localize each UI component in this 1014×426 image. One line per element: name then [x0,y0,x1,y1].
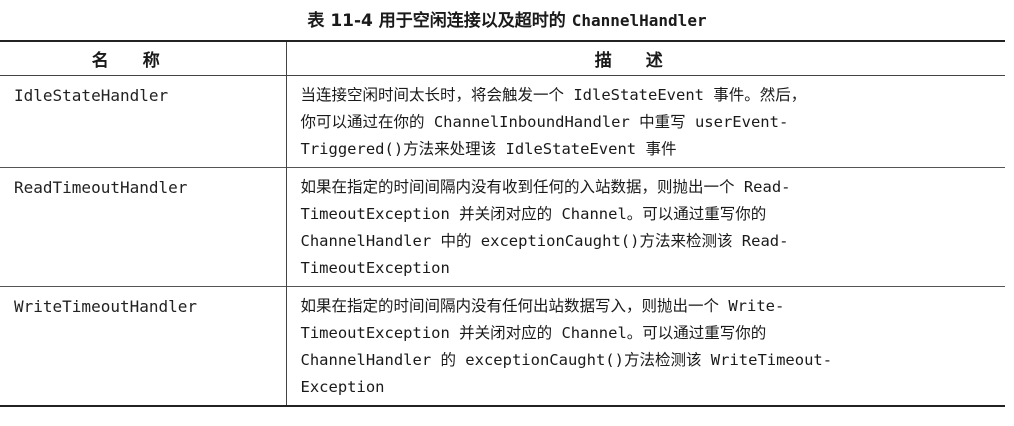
table-row: IdleStateHandler 当连接空闲时间太长时，将会触发一个 IdleS… [0,75,1005,168]
caption-text: 表 11-4 用于空闲连接以及超时的 [307,11,572,31]
header-row: 名称 描述 [0,41,1005,76]
description-line: 你可以通过在你的 ChannelInboundHandler 中重写 userE… [300,113,789,131]
handler-description: 当连接空闲时间太长时，将会触发一个 IdleStateEvent 事件。然后， … [286,76,1005,168]
table-caption: 表 11-4 用于空闲连接以及超时的 ChannelHandler [0,6,1014,31]
description-line: Triggered()方法来处理该 IdleStateEvent 事件 [300,140,677,158]
description-line: ChannelHandler 中的 exceptionCaught()方法来检测… [300,232,789,250]
caption-code: ChannelHandler [571,11,707,30]
description-line: TimeoutException 并关闭对应的 Channel。可以通过重写你的 [300,205,767,223]
table-header: 名称 描述 [0,41,1005,76]
description-line: 如果在指定的时间间隔内没有收到任何的入站数据，则抛出一个 Read- [300,178,791,196]
handler-name: IdleStateHandler [0,75,287,168]
table-row: ReadTimeoutHandler 如果在指定的时间间隔内没有收到任何的入站数… [0,167,1005,287]
description-line: Exception [300,378,385,396]
handler-table: 名称 描述 IdleStateHandler 当连接空闲时间太长时，将会触发一个… [0,40,1005,407]
header-description: 描述 [594,51,697,71]
handler-name: WriteTimeoutHandler [0,286,287,406]
description-line: ChannelHandler 的 exceptionCaught()方法检测该 … [300,351,833,369]
handler-description: 如果在指定的时间间隔内没有收到任何的入站数据，则抛出一个 Read- Timeo… [286,168,1005,287]
handler-name: ReadTimeoutHandler [0,167,287,287]
description-line: 如果在指定的时间间隔内没有任何出站数据写入，则抛出一个 Write- [300,297,785,315]
description-line: TimeoutException 并关闭对应的 Channel。可以通过重写你的 [300,324,767,342]
handler-description: 如果在指定的时间间隔内没有任何出站数据写入，则抛出一个 Write- Timeo… [286,287,1005,407]
description-line: 当连接空闲时间太长时，将会触发一个 IdleStateEvent 事件。然后， [300,86,807,104]
description-line: TimeoutException [300,259,450,277]
header-name: 名称 [0,41,287,76]
table-row: WriteTimeoutHandler 如果在指定的时间间隔内没有任何出站数据写… [0,286,1005,407]
